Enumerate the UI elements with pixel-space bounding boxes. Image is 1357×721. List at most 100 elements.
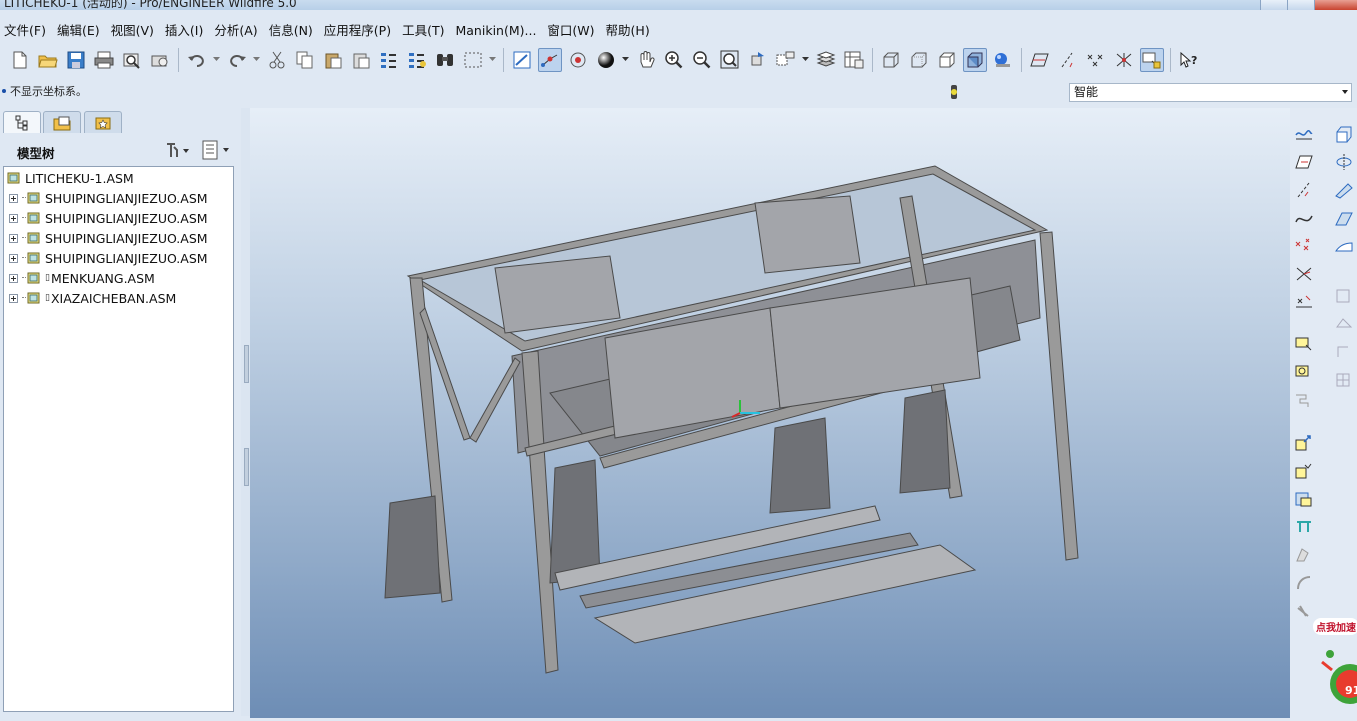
sweep-icon[interactable] (1332, 178, 1356, 202)
chamfer-icon[interactable] (1292, 487, 1316, 511)
menu-help[interactable]: 帮助(H) (602, 20, 657, 42)
open-folder-icon[interactable] (36, 48, 60, 72)
expand-icon[interactable] (9, 213, 18, 223)
round-icon[interactable] (1292, 459, 1316, 483)
menu-info[interactable]: 信息(N) (265, 20, 320, 42)
sketched-curve-icon[interactable] (1292, 122, 1316, 146)
menu-applications[interactable]: 应用程序(P) (320, 20, 398, 42)
speed-widget-icon[interactable] (1316, 642, 1357, 712)
menu-insert[interactable]: 插入(I) (161, 20, 210, 42)
select-box-icon[interactable] (461, 48, 485, 72)
merge-icon[interactable] (1292, 571, 1316, 595)
zoom-in-icon[interactable] (662, 48, 686, 72)
tab-favorites[interactable] (84, 111, 122, 133)
layers-icon[interactable] (814, 48, 838, 72)
spin-center-icon[interactable] (566, 48, 590, 72)
accelerate-badge[interactable]: 点我加速 (1313, 618, 1357, 635)
tree-root[interactable]: LITICHEKU-1.ASM (7, 168, 134, 188)
enhanced-realism-icon[interactable] (991, 48, 1015, 72)
menu-file[interactable]: 文件(F) (0, 20, 53, 42)
tree-show-button[interactable] (201, 140, 233, 160)
undo-icon[interactable] (185, 48, 209, 72)
paste-special-icon[interactable] (349, 48, 373, 72)
blend-icon[interactable] (1332, 206, 1356, 230)
close-button[interactable] (1314, 0, 1357, 10)
print-icon[interactable] (92, 48, 116, 72)
tree-item[interactable]: ▯ XIAZAICHEBAN.ASM (9, 288, 176, 308)
maximize-button[interactable] (1287, 0, 1314, 10)
minimize-button[interactable] (1260, 0, 1287, 10)
save-icon[interactable] (64, 48, 88, 72)
datum-display-icon[interactable] (510, 48, 534, 72)
context-help-icon[interactable]: ? (1177, 48, 1201, 72)
point-icon[interactable] (1292, 234, 1316, 258)
find-icon[interactable] (433, 48, 457, 72)
menu-tools[interactable]: 工具(T) (398, 20, 451, 42)
analysis-icon[interactable] (1292, 290, 1316, 314)
boundary-blend-icon[interactable] (1332, 234, 1356, 258)
saved-views-dropdown-icon[interactable] (800, 48, 812, 72)
menu-view[interactable]: 视图(V) (107, 20, 161, 42)
undo-dropdown-icon[interactable] (211, 48, 223, 72)
pattern-icon[interactable] (1292, 515, 1316, 539)
refit-icon[interactable] (718, 48, 742, 72)
coord-display-icon[interactable] (1112, 48, 1136, 72)
expand-icon[interactable] (9, 193, 18, 203)
tree-item[interactable]: SHUIPINGLIANJIEZUO.ASM (9, 188, 208, 208)
axis-icon[interactable] (1292, 178, 1316, 202)
menu-analysis[interactable]: 分析(A) (210, 20, 264, 42)
regenerate-manager-icon[interactable] (405, 48, 429, 72)
datum-planes-icon[interactable] (1028, 48, 1052, 72)
copy-icon[interactable] (293, 48, 317, 72)
annotation-display-icon[interactable] (1140, 48, 1164, 72)
tree-settings-button[interactable] (163, 140, 191, 160)
shaded-icon[interactable] (963, 48, 987, 72)
wireframe-icon[interactable] (879, 48, 903, 72)
menu-edit[interactable]: 编辑(E) (53, 20, 107, 42)
menu-window[interactable]: 窗口(W) (543, 20, 601, 42)
pan-hand-icon[interactable] (634, 48, 658, 72)
tab-folder-browser[interactable] (43, 111, 81, 133)
regenerate-icon[interactable] (377, 48, 401, 72)
status-light-icon[interactable] (946, 82, 962, 102)
selection-filter-dropdown[interactable]: 智能 (1069, 83, 1352, 102)
panel-splitter[interactable] (241, 108, 250, 716)
tree-item[interactable]: ▯ MENKUANG.ASM (9, 268, 155, 288)
print-preview-icon[interactable] (120, 48, 144, 72)
expand-icon[interactable] (9, 273, 18, 283)
saved-views-icon[interactable] (774, 48, 798, 72)
expand-icon[interactable] (9, 253, 18, 263)
new-file-icon[interactable] (8, 48, 32, 72)
redo-icon[interactable] (225, 48, 249, 72)
view-manager-icon[interactable] (842, 48, 866, 72)
menu-manikin[interactable]: Manikin(M)... (451, 20, 543, 42)
hidden-line-icon[interactable] (907, 48, 931, 72)
revolve-icon[interactable] (1332, 150, 1356, 174)
hole-icon[interactable] (1292, 332, 1316, 356)
curve-icon[interactable] (1292, 206, 1316, 230)
reorient-icon[interactable] (746, 48, 770, 72)
extrude-icon[interactable] (1332, 122, 1356, 146)
redo-dropdown-icon[interactable] (251, 48, 263, 72)
splitter-grip[interactable] (244, 345, 249, 383)
coord-system-icon[interactable] (1292, 262, 1316, 286)
shell-icon[interactable] (1292, 360, 1316, 384)
zoom-out-icon[interactable] (690, 48, 714, 72)
select-dropdown-icon[interactable] (487, 48, 499, 72)
point-display-icon[interactable] (1084, 48, 1108, 72)
datum-points-icon[interactable] (538, 48, 562, 72)
cut-icon[interactable] (265, 48, 289, 72)
mirror-icon[interactable] (1292, 543, 1316, 567)
tree-item[interactable]: SHUIPINGLIANJIEZUO.ASM (9, 248, 208, 268)
expand-icon[interactable] (9, 293, 18, 303)
shading-dropdown-icon[interactable] (620, 48, 632, 72)
tab-model-tree[interactable] (3, 111, 41, 133)
tree-item[interactable]: SHUIPINGLIANJIEZUO.ASM (9, 208, 208, 228)
draft-icon[interactable] (1292, 431, 1316, 455)
splitter-grip[interactable] (244, 448, 249, 486)
email-icon[interactable] (148, 48, 172, 72)
no-hidden-icon[interactable] (935, 48, 959, 72)
trim-icon[interactable] (1292, 599, 1316, 623)
graphics-viewport[interactable] (250, 108, 1290, 718)
paste-icon[interactable] (321, 48, 345, 72)
